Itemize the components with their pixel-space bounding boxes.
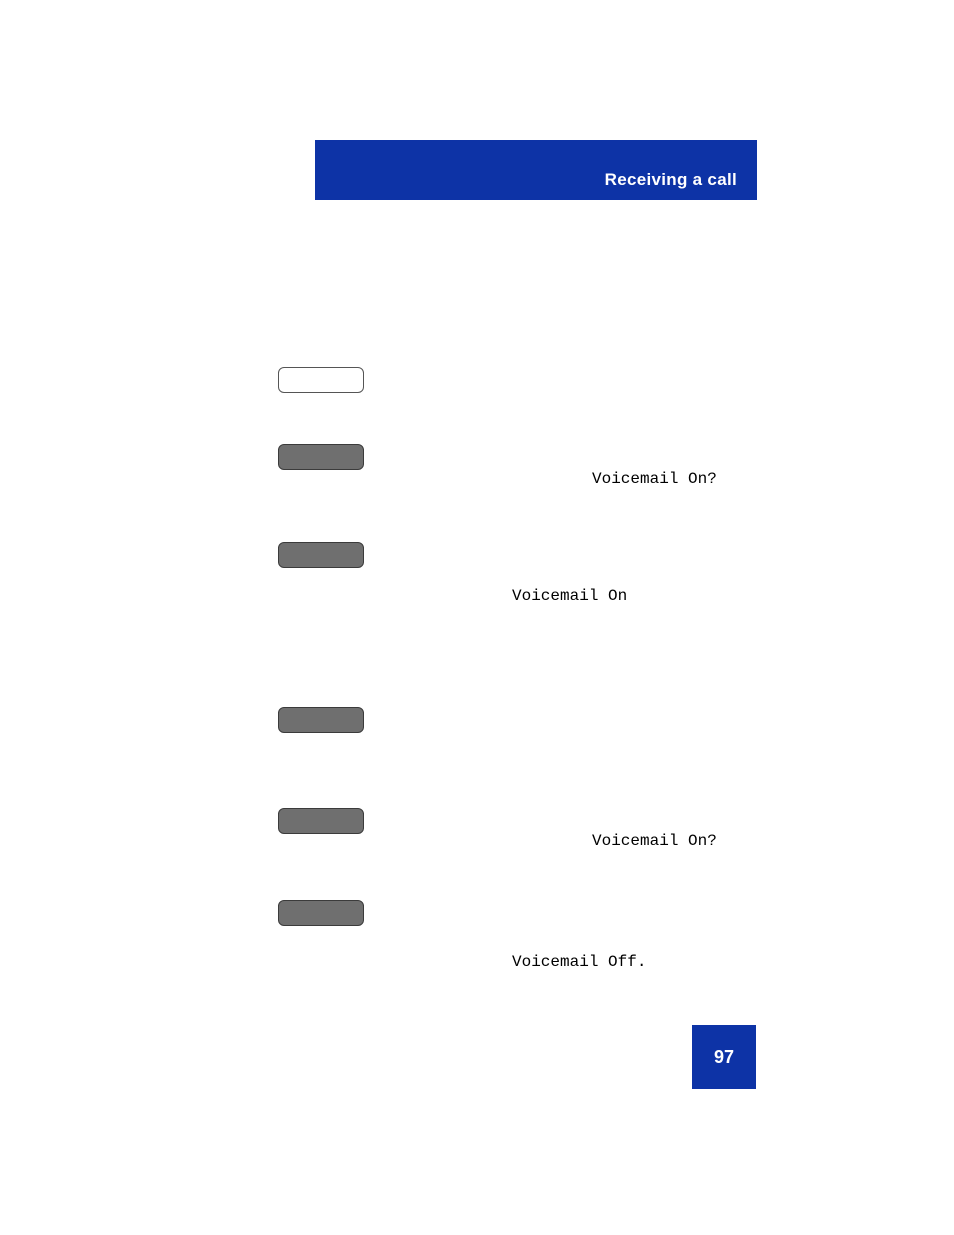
softkey-outline-icon	[278, 367, 364, 393]
display-text: Voicemail On?	[592, 832, 717, 850]
softkey-button-icon	[278, 707, 364, 733]
display-text: Voicemail Off.	[512, 953, 646, 971]
softkey-button-icon	[278, 444, 364, 470]
softkey-button-icon	[278, 808, 364, 834]
softkey-button-icon	[278, 542, 364, 568]
page-number-badge: 97	[692, 1025, 756, 1089]
section-title: Receiving a call	[605, 170, 737, 190]
display-text: Voicemail On?	[592, 470, 717, 488]
display-text: Voicemail On	[512, 587, 627, 605]
softkey-button-icon	[278, 900, 364, 926]
header-bar: Receiving a call	[315, 140, 757, 200]
page-number: 97	[714, 1047, 734, 1068]
document-page: Receiving a call Voicemail On? Voicemail…	[0, 0, 954, 1235]
